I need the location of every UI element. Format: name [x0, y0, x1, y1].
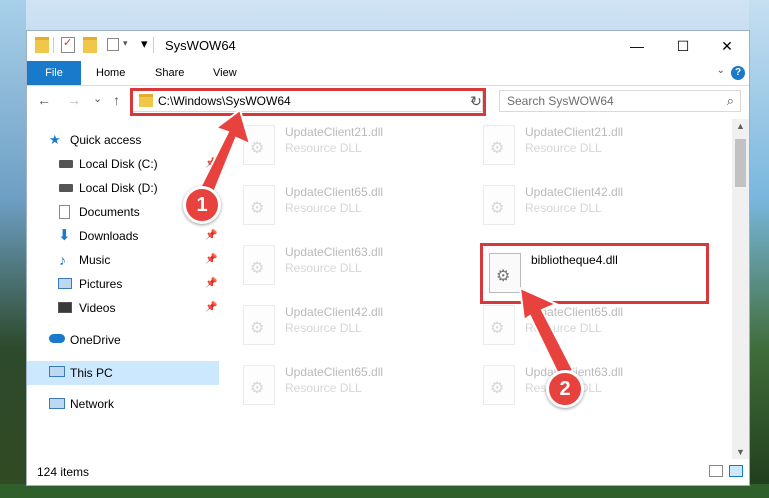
arrow-2 [518, 286, 575, 380]
callout-2: 2 [546, 370, 584, 408]
callout-1: 1 [183, 186, 221, 224]
annotation-arrows [194, 108, 575, 380]
